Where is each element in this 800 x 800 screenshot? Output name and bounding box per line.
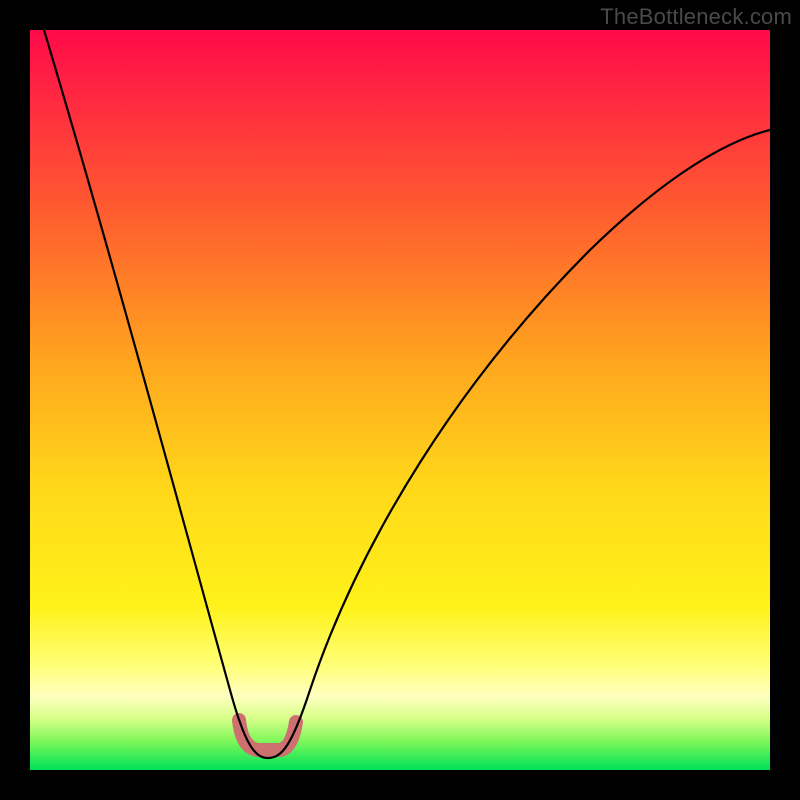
curve-layer [30, 30, 770, 770]
watermark-text: TheBottleneck.com [600, 4, 792, 30]
bottleneck-curve [44, 30, 770, 758]
plot-area [30, 30, 770, 770]
chart-container: TheBottleneck.com [0, 0, 800, 800]
